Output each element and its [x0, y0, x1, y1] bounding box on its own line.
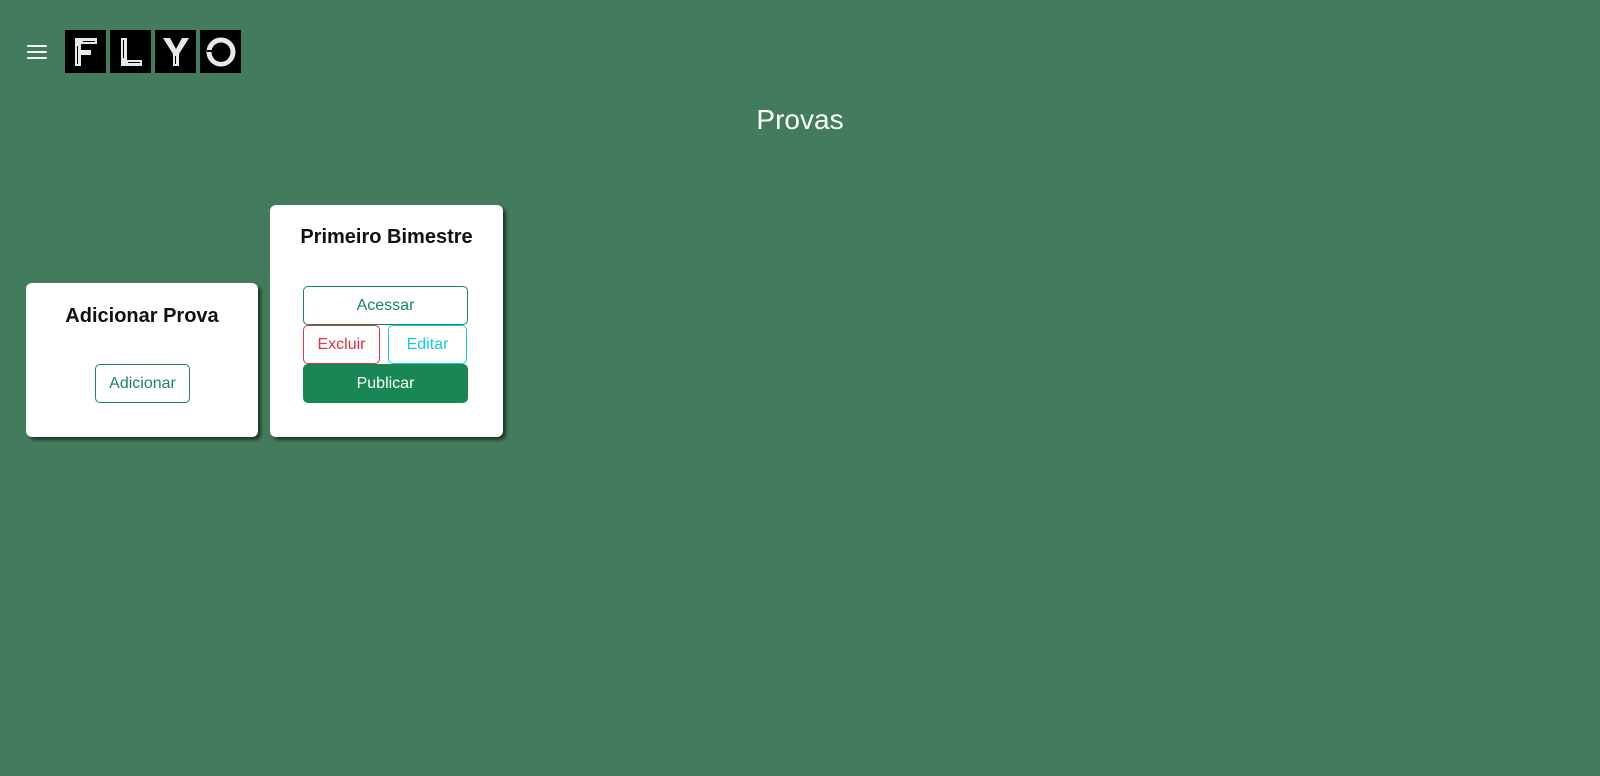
logo-letter-y: [155, 30, 196, 73]
logo-letter-o: [200, 30, 241, 73]
exam-card-title: Primeiro Bimestre: [300, 226, 473, 248]
edit-exam-button[interactable]: Editar: [388, 325, 467, 364]
page: Provas Adicionar Prova Adicionar Primeir…: [0, 0, 1600, 776]
logo-letter-f: [65, 30, 106, 73]
publish-exam-button[interactable]: Publicar: [303, 364, 468, 403]
add-exam-card-title: Adicionar Prova: [65, 305, 219, 327]
hamburger-menu-icon[interactable]: [27, 44, 47, 60]
exam-card: Primeiro Bimestre Acessar Excluir Editar…: [270, 205, 503, 437]
add-exam-button[interactable]: Adicionar: [95, 364, 190, 403]
add-exam-card: Adicionar Prova Adicionar: [26, 283, 258, 437]
logo-letter-l: [110, 30, 151, 73]
access-exam-button[interactable]: Acessar: [303, 286, 468, 325]
delete-exam-button[interactable]: Excluir: [303, 325, 380, 364]
flyo-logo[interactable]: [65, 30, 241, 73]
page-title: Provas: [756, 104, 844, 135]
